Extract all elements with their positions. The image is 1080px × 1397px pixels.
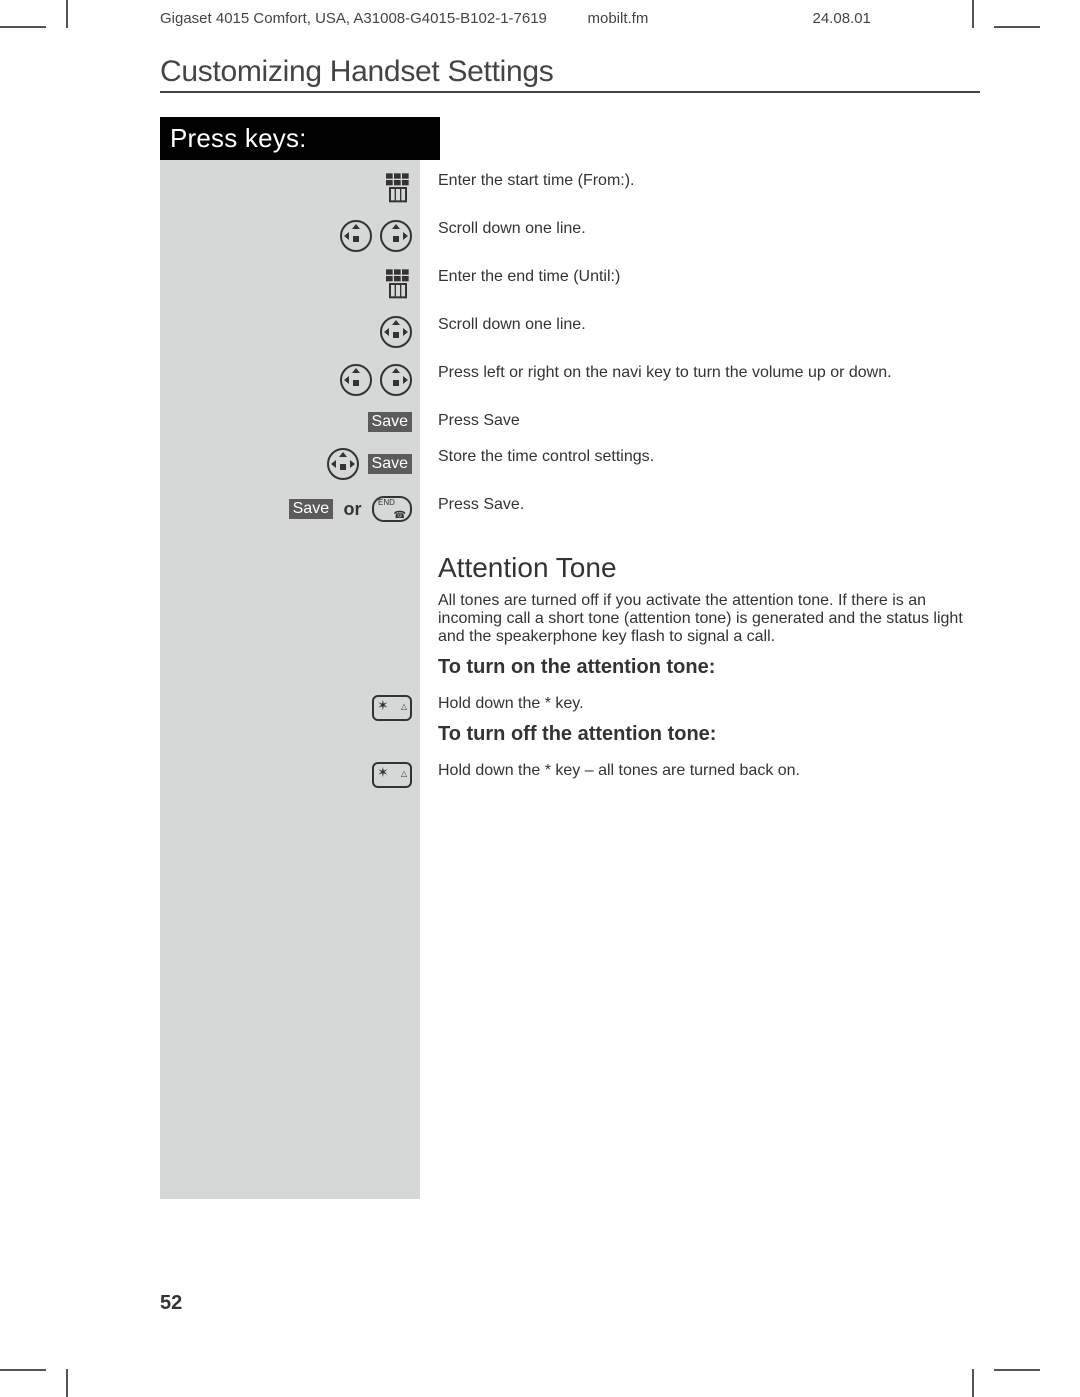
save-softkey-icon: Save <box>368 412 412 432</box>
instruction-row: Save or Press Save. <box>160 492 980 526</box>
instruction-row: Enter the start time (From:). <box>160 168 980 208</box>
crop-mark <box>0 26 46 28</box>
instruction-text: Store the time control settings. <box>420 444 980 470</box>
end-key-icon <box>372 496 412 522</box>
instruction-row: Scroll down one line. <box>160 312 980 352</box>
keypad-icon <box>384 268 412 300</box>
crop-mark <box>66 1369 68 1397</box>
crop-mark <box>972 1369 974 1397</box>
navi-key-icon <box>380 316 412 348</box>
instruction-row: Scroll down one line. <box>160 216 980 256</box>
instruction-text: Enter the start time (From:). <box>420 168 980 194</box>
instruction-text: Scroll down one line. <box>420 312 980 338</box>
instruction-text: Enter the end time (Until:) <box>420 264 980 290</box>
crop-mark <box>994 1369 1040 1371</box>
instruction-text: Scroll down one line. <box>420 216 980 242</box>
press-keys-header: Press keys: <box>160 117 440 160</box>
navi-key-right-icon <box>380 364 412 396</box>
instruction-row: Save Press Save <box>160 408 980 436</box>
attention-on-label: To turn on the attention tone: <box>438 656 980 679</box>
instruction-text: Press Save. <box>420 492 980 518</box>
content-area: Press keys: Enter the start time (From:)… <box>160 117 980 1199</box>
crop-mark <box>972 0 974 28</box>
instruction-text: Hold down the * key. <box>438 695 980 713</box>
navi-key-icon <box>327 448 359 480</box>
instruction-row: Save Store the time control settings. <box>160 444 980 484</box>
navi-key-right-icon <box>380 220 412 252</box>
or-label: or <box>344 499 362 520</box>
star-key-icon <box>372 762 412 788</box>
manual-page: Gigaset 4015 Comfort, USA, A31008-G4015-… <box>0 0 1080 1397</box>
page-title: Customizing Handset Settings <box>160 55 980 93</box>
navi-key-left-icon <box>340 220 372 252</box>
instruction-row: Hold down the * key. To turn off the att… <box>160 691 980 750</box>
header-doc-id: Gigaset 4015 Comfort, USA, A31008-G4015-… <box>160 10 588 27</box>
page-number: 52 <box>160 1292 182 1315</box>
keypad-icon <box>384 172 412 204</box>
crop-mark <box>66 0 68 28</box>
navi-key-left-icon <box>340 364 372 396</box>
header-date: 24.08.01 <box>813 10 971 27</box>
instruction-text: Press left or right on the navi key to t… <box>420 360 980 386</box>
instruction-text: Press Save <box>420 408 980 434</box>
instruction-row: Hold down the * key – all tones are turn… <box>160 758 980 792</box>
instruction-text: Hold down the * key – all tones are turn… <box>420 758 980 784</box>
instruction-row: Enter the end time (Until:) <box>160 264 980 304</box>
crop-mark <box>994 26 1040 28</box>
attention-paragraph: All tones are turned off if you activate… <box>438 592 980 646</box>
header-file: mobilt.fm <box>588 10 813 27</box>
header-line: Gigaset 4015 Comfort, USA, A31008-G4015-… <box>160 10 980 27</box>
save-softkey-icon: Save <box>289 499 333 519</box>
crop-mark <box>0 1369 46 1371</box>
section-row: Attention Tone All tones are turned off … <box>160 534 980 683</box>
star-key-icon <box>372 695 412 721</box>
save-softkey-icon: Save <box>368 454 412 474</box>
instruction-row: Press left or right on the navi key to t… <box>160 360 980 400</box>
attention-heading: Attention Tone <box>438 552 980 584</box>
attention-off-label: To turn off the attention tone: <box>438 723 980 746</box>
